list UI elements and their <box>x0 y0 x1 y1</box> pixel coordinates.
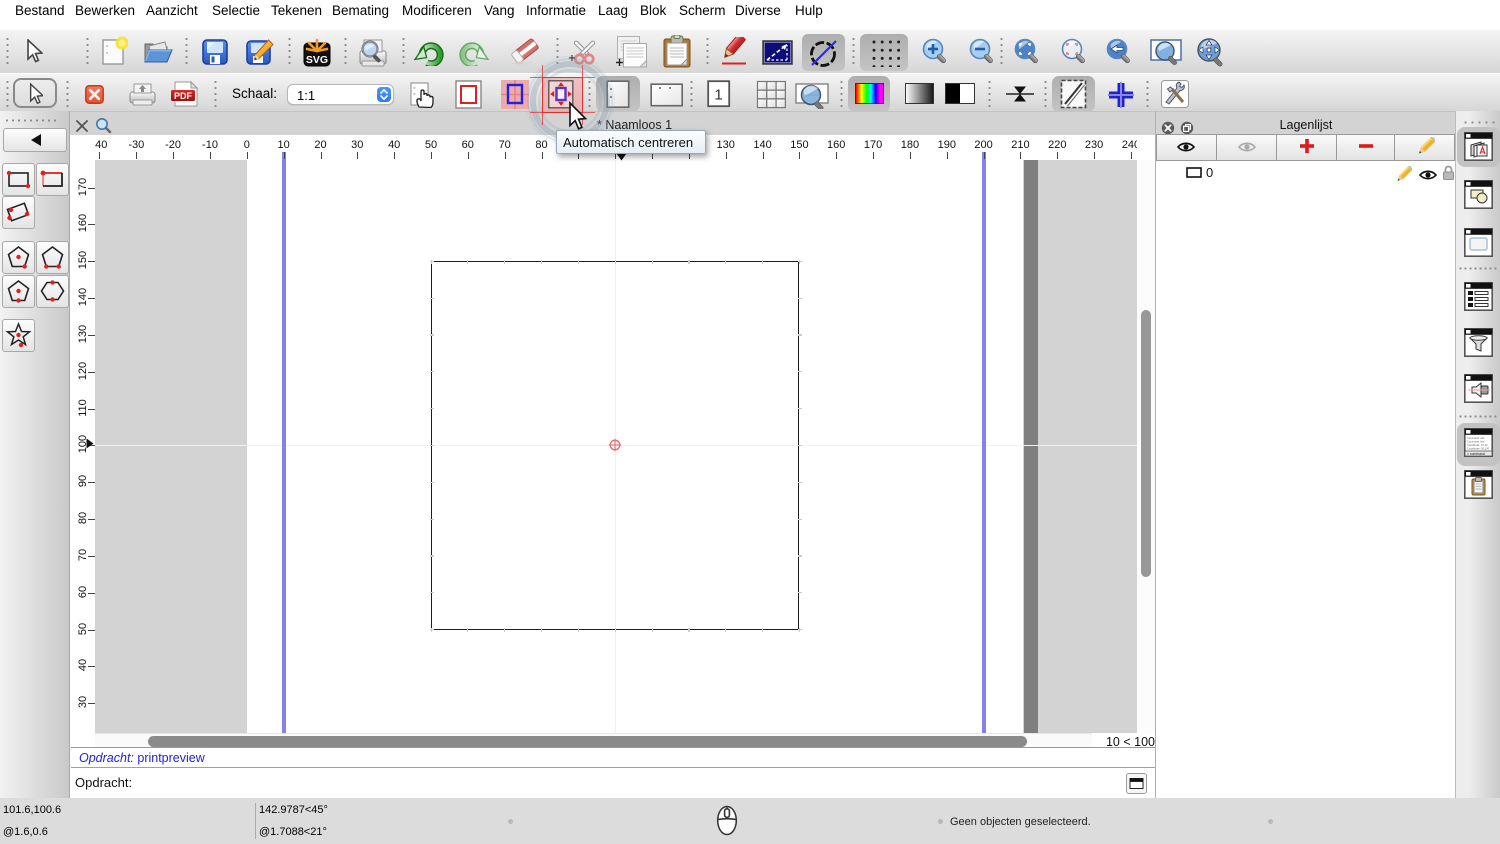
svg-text:Command: abc: Command: abc <box>1467 436 1485 440</box>
svg-text:Command: line: Command: line <box>1467 440 1485 444</box>
svg-text:Coordinate: 50,100: Coordinate: 50,100 <box>1467 447 1490 451</box>
svg-text:Coordinate: 10,10: Coordinate: 10,10 <box>1467 443 1488 447</box>
svg-text:1: 1 <box>714 87 722 104</box>
svg-text:PDF: PDF <box>174 91 193 101</box>
svg-text:> command: > command <box>1467 452 1485 456</box>
svg-text:SVG: SVG <box>306 54 328 66</box>
